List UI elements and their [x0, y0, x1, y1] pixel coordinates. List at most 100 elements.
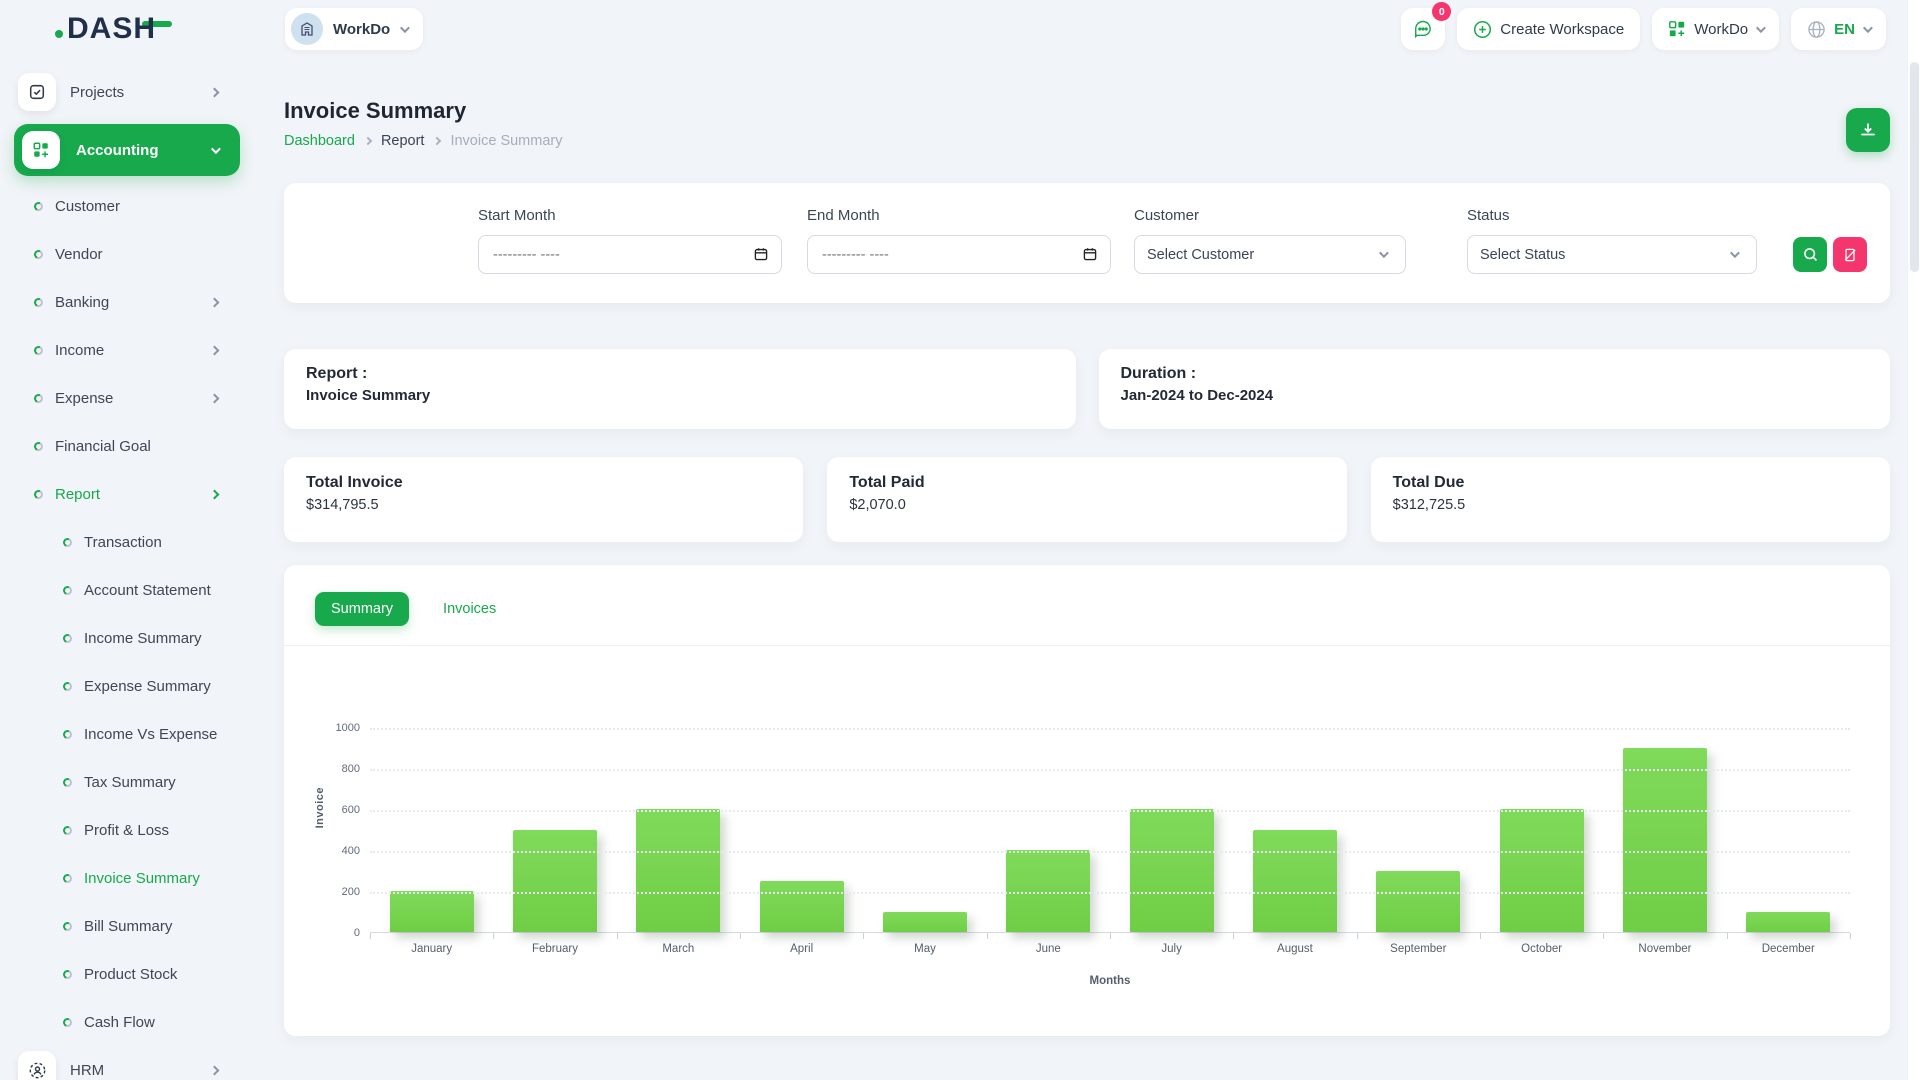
x-axis-tick [1357, 933, 1358, 939]
messages-badge: 0 [1432, 2, 1451, 21]
chart-bar[interactable] [1746, 912, 1830, 933]
bullet-icon [33, 440, 45, 452]
breadcrumb-item[interactable]: Invoice Summary [450, 133, 562, 149]
bullet-icon [33, 296, 45, 308]
breadcrumb-item[interactable]: Dashboard [284, 133, 371, 149]
sidebar-item[interactable]: Financial Goal [0, 422, 260, 470]
y-tick-label: 400 [320, 844, 360, 858]
app-logo: DASH [55, 12, 172, 46]
breadcrumb: Dashboard Report Invoice Summary [284, 133, 1890, 149]
total-card-label: Total Paid [849, 474, 1324, 492]
chart-bars: January February March April May June Ju… [370, 727, 1850, 932]
sidebar-item-hrm[interactable]: HRM [0, 1046, 260, 1080]
sidebar-item[interactable]: Product Stock [0, 950, 260, 998]
tab[interactable]: Summary [315, 592, 409, 626]
sidebar-item[interactable]: Tax Summary [0, 758, 260, 806]
chart-card: SummaryInvoices Invoice January February… [284, 565, 1890, 1036]
bullet-icon [33, 344, 45, 356]
workspace-name: WorkDo [333, 21, 390, 38]
sidebar-item[interactable]: Account Statement [0, 566, 260, 614]
sidebar-item[interactable]: Profit & Loss [0, 806, 260, 854]
sidebar-item-projects[interactable]: Projects [0, 68, 260, 116]
chart-bar-slot: April [740, 727, 863, 932]
sidebar-item-accounting[interactable]: Accounting [14, 124, 240, 176]
download-button[interactable] [1846, 108, 1890, 152]
total-card-label: Total Due [1393, 474, 1868, 492]
chart-bar[interactable] [513, 830, 597, 933]
total-card-value: $314,795.5 [306, 497, 781, 513]
y-tick-label: 0 [320, 926, 360, 940]
sidebar-item[interactable]: Expense [0, 374, 260, 422]
chart-bar[interactable] [1376, 871, 1460, 933]
chart-bar[interactable] [636, 809, 720, 932]
sidebar-item[interactable]: Transaction [0, 518, 260, 566]
sidebar-item[interactable]: Invoice Summary [0, 854, 260, 902]
sidebar-item[interactable]: Banking [0, 278, 260, 326]
breadcrumb-item[interactable]: Report [381, 133, 441, 149]
apply-filter-button[interactable] [1793, 237, 1827, 272]
chart-bar[interactable] [1253, 830, 1337, 933]
sidebar-item[interactable]: Expense Summary [0, 662, 260, 710]
bullet-icon [62, 584, 74, 596]
tab[interactable]: Invoices [427, 592, 512, 626]
reset-filter-button[interactable] [1833, 237, 1867, 272]
x-axis-tick [1603, 933, 1604, 939]
chart-bar[interactable] [760, 881, 844, 932]
sidebar-item[interactable]: Vendor [0, 230, 260, 278]
duration-card-value: Jan-2024 to Dec-2024 [1121, 387, 1869, 404]
chevron-right-icon [210, 345, 220, 355]
sidebar-item[interactable]: Report [0, 470, 260, 518]
sidebar-item[interactable]: Income Summary [0, 614, 260, 662]
gridline [370, 769, 1850, 771]
end-month-input[interactable] [807, 235, 1111, 274]
bullet-icon [62, 824, 74, 836]
main-content: Invoice Summary Dashboard Report Invoice… [260, 58, 1920, 1080]
report-card-value: Invoice Summary [306, 387, 1054, 404]
globe-icon [1807, 20, 1826, 39]
bar-chart: January February March April May June Ju… [370, 728, 1850, 933]
chart-bar[interactable] [1006, 850, 1090, 932]
workspace-selector[interactable]: WorkDo [285, 8, 423, 50]
sidebar-item[interactable]: Customer [0, 182, 260, 230]
chat-icon [1412, 18, 1434, 40]
chevron-down-icon [400, 23, 410, 33]
x-axis-tick [740, 933, 741, 939]
sidebar-item[interactable]: Bill Summary [0, 902, 260, 950]
chart-bar[interactable] [1623, 748, 1707, 933]
status-label: Status [1467, 207, 1510, 224]
x-axis-tick [493, 933, 494, 939]
sidebar-item[interactable]: Cash Flow [0, 998, 260, 1046]
messages-button[interactable]: 0 [1401, 8, 1445, 50]
x-tick-label: June [987, 943, 1110, 955]
reset-icon [1842, 247, 1858, 263]
chart-bar[interactable] [390, 891, 474, 932]
status-select[interactable]: Select Status [1467, 235, 1757, 274]
language-code: EN [1834, 21, 1855, 38]
sidebar-item[interactable]: Income [0, 326, 260, 374]
start-month-field [478, 235, 782, 274]
chevron-right-icon [210, 1065, 220, 1075]
scrollbar-thumb[interactable] [1910, 62, 1919, 272]
start-month-input[interactable] [478, 235, 782, 274]
chart-bar[interactable] [883, 912, 967, 933]
customer-select[interactable]: Select Customer [1134, 235, 1406, 274]
chevron-right-icon [210, 393, 220, 403]
chart-bar[interactable] [1130, 809, 1214, 932]
sidebar-item[interactable]: Income Vs Expense [0, 710, 260, 758]
chart-bar[interactable] [1500, 809, 1584, 932]
accounting-icon [22, 131, 60, 169]
logo-text: DASH [67, 12, 156, 46]
total-card: Total Paid $2,070.0 [827, 457, 1346, 542]
create-workspace-label: Create Workspace [1500, 21, 1624, 38]
create-workspace-button[interactable]: Create Workspace [1457, 8, 1640, 50]
chevron-right-icon [210, 297, 220, 307]
scrollbar[interactable] [1907, 0, 1920, 1080]
x-tick-label: October [1480, 943, 1603, 955]
x-tick-label: January [370, 943, 493, 955]
grid-plus-icon [1668, 20, 1686, 38]
bullet-icon [62, 872, 74, 884]
search-icon [1802, 246, 1819, 263]
account-menu-button[interactable]: WorkDo [1652, 8, 1779, 50]
x-tick-label: September [1357, 943, 1480, 955]
language-selector[interactable]: EN [1791, 8, 1886, 50]
